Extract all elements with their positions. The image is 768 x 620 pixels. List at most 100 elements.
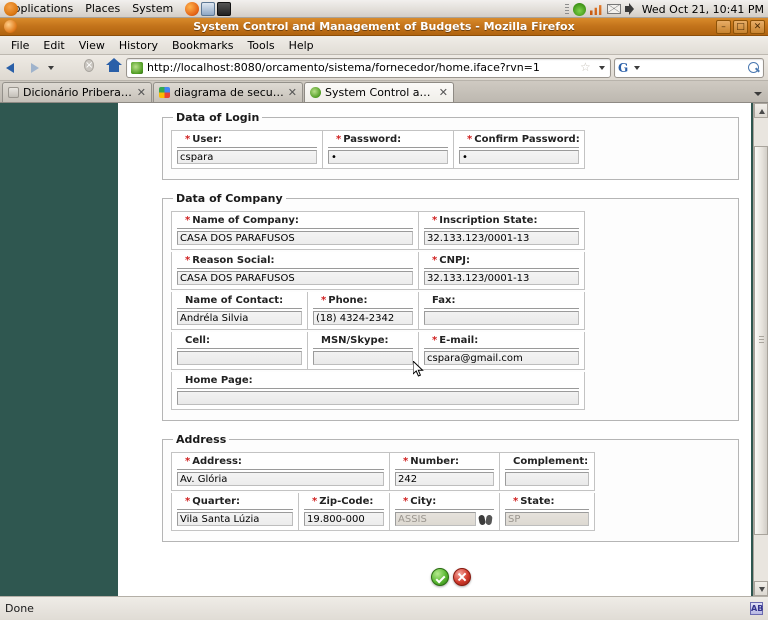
name-of-company-input[interactable]: CASA DOS PARAFUSOS <box>177 231 413 245</box>
menu-help[interactable]: Help <box>282 38 321 53</box>
tab-close-icon[interactable]: ✕ <box>137 86 146 99</box>
field-reason-social[interactable]: * Reason Social: CASA DOS PARAFUSOS <box>171 252 419 290</box>
panel-menu-places[interactable]: Places <box>79 2 126 15</box>
field-fax[interactable]: Fax: <box>419 292 585 330</box>
state-input[interactable]: SP <box>505 512 589 526</box>
field-label: * State: <box>505 496 589 510</box>
user-input[interactable]: cspara <box>177 150 317 164</box>
field-password[interactable]: * Password: • <box>323 130 454 169</box>
name-of-contact-input[interactable]: Andréla Silvia <box>177 311 302 325</box>
reason-social-input[interactable]: CASA DOS PARAFUSOS <box>177 271 413 285</box>
scroll-up-icon[interactable] <box>754 103 768 118</box>
mail-icon[interactable] <box>606 4 621 14</box>
required-marker: * <box>403 496 409 507</box>
minimize-button[interactable]: – <box>716 20 731 34</box>
scrollbar-thumb[interactable] <box>754 145 768 535</box>
tray-handle-icon[interactable] <box>564 4 569 14</box>
number-input[interactable]: 242 <box>395 472 494 486</box>
search-icon[interactable] <box>748 61 760 74</box>
city-input[interactable]: ASSIS <box>395 512 476 526</box>
tab-close-icon[interactable]: ✕ <box>288 86 297 99</box>
menu-tools[interactable]: Tools <box>240 38 281 53</box>
field-state[interactable]: * State: SP <box>500 493 595 531</box>
password-input[interactable]: • <box>328 150 448 164</box>
page-favicon-icon <box>131 61 143 74</box>
tab-diagrama-de-secuencia[interactable]: diagrama de secuencia - Go... ✕ <box>153 82 303 102</box>
url-dropdown-icon[interactable] <box>596 59 608 77</box>
menu-edit[interactable]: Edit <box>36 38 71 53</box>
menu-file[interactable]: File <box>4 38 36 53</box>
field-name-of-contact[interactable]: Name of Contact: Andréla Silvia <box>171 292 308 330</box>
chevron-down-icon[interactable] <box>46 59 57 77</box>
field-user[interactable]: * User: cspara <box>171 130 323 169</box>
msn-skype-input[interactable] <box>313 351 413 365</box>
back-icon[interactable] <box>4 59 22 77</box>
required-marker: * <box>185 456 191 467</box>
home-button[interactable] <box>104 58 123 77</box>
green-check-icon[interactable] <box>430 568 449 586</box>
tab-close-icon[interactable]: ✕ <box>439 86 448 99</box>
menu-history[interactable]: History <box>112 38 165 53</box>
stop-button[interactable]: × <box>82 58 101 77</box>
red-x-icon[interactable] <box>452 568 471 586</box>
quarter-input[interactable]: Vila Santa Lúzia <box>177 512 293 526</box>
scrollbar-track[interactable] <box>754 118 768 581</box>
phone-input[interactable]: (18) 4324-2342 <box>313 311 413 325</box>
tab-list-chevron-down-icon[interactable] <box>752 84 764 102</box>
field-zip-code[interactable]: * Zip-Code: 19.800-000 <box>299 493 390 531</box>
bookmark-star-icon[interactable]: ☆ <box>580 61 592 74</box>
reload-button[interactable] <box>60 58 79 77</box>
field-inscription-state[interactable]: * Inscription State: 32.133.123/0001-13 <box>419 211 585 250</box>
adblock-icon[interactable]: AB <box>750 602 763 615</box>
field-name-of-company[interactable]: * Name of Company: CASA DOS PARAFUSOS <box>171 211 419 250</box>
menu-bookmarks[interactable]: Bookmarks <box>165 38 240 53</box>
maximize-button[interactable]: □ <box>733 20 748 34</box>
menu-view[interactable]: View <box>72 38 112 53</box>
window-launcher-icon[interactable] <box>201 1 216 16</box>
tab-system-control-and-management[interactable]: System Control and Manag... ✕ <box>304 82 454 102</box>
search-bar[interactable]: G <box>614 57 764 78</box>
address-bar[interactable]: http://localhost:8080/orcamento/sistema/… <box>126 57 611 78</box>
field-city[interactable]: * City: ASSIS <box>390 493 500 531</box>
field-phone[interactable]: * Phone: (18) 4324-2342 <box>308 292 419 330</box>
confirm-password-input[interactable]: • <box>459 150 579 164</box>
zip-code-input[interactable]: 19.800-000 <box>304 512 384 526</box>
search-engine-icon[interactable]: G <box>618 61 628 75</box>
fax-input[interactable] <box>424 311 579 325</box>
firefox-launcher-icon[interactable] <box>185 1 200 16</box>
network-icon[interactable] <box>572 2 586 16</box>
inscription-state-input[interactable]: 32.133.123/0001-13 <box>424 231 579 245</box>
email-input[interactable]: cspara@gmail.com <box>424 351 579 365</box>
menubar: File Edit View History Bookmarks Tools H… <box>0 36 768 55</box>
field-email[interactable]: * E-mail: cspara@gmail.com <box>419 332 585 370</box>
cell-input[interactable] <box>177 351 302 365</box>
close-button[interactable]: ✕ <box>750 20 765 34</box>
binoculars-icon[interactable] <box>479 513 494 526</box>
page-scrollbar[interactable] <box>753 103 768 596</box>
tab-dicionario-priberam[interactable]: Dicionário Priberam da Líng... ✕ <box>2 82 152 102</box>
url-text[interactable]: http://localhost:8080/orcamento/sistema/… <box>147 61 576 74</box>
volume-icon[interactable] <box>624 3 638 15</box>
scroll-down-icon[interactable] <box>754 581 768 596</box>
field-number[interactable]: * Number: 242 <box>390 452 500 491</box>
signal-icon[interactable] <box>589 5 602 15</box>
forward-icon[interactable] <box>25 59 43 77</box>
panel-menu-system[interactable]: System <box>126 2 179 15</box>
field-cnpj[interactable]: * CNPJ: 32.133.123/0001-13 <box>419 252 585 290</box>
field-confirm-password[interactable]: * Confirm Password: • <box>454 130 585 169</box>
field-home-page[interactable]: Home Page: <box>171 372 585 410</box>
complement-input[interactable] <box>505 472 589 486</box>
search-engine-dropdown-icon[interactable] <box>631 59 643 77</box>
panel-clock[interactable]: Wed Oct 21, 10:41 PM <box>642 3 764 16</box>
field-address[interactable]: * Address: Av. Glória <box>171 452 390 491</box>
field-cell[interactable]: Cell: <box>171 332 308 370</box>
home-page-input[interactable] <box>177 391 579 405</box>
field-complement[interactable]: Complement: <box>500 452 595 491</box>
field-msn-skype[interactable]: MSN/Skype: <box>308 332 419 370</box>
field-label: MSN/Skype: <box>313 335 413 349</box>
cnpj-input[interactable]: 32.133.123/0001-13 <box>424 271 579 285</box>
terminal-launcher-icon[interactable] <box>217 1 232 16</box>
google-icon <box>159 87 170 98</box>
field-quarter[interactable]: * Quarter: Vila Santa Lúzia <box>171 493 299 531</box>
address-input[interactable]: Av. Glória <box>177 472 384 486</box>
